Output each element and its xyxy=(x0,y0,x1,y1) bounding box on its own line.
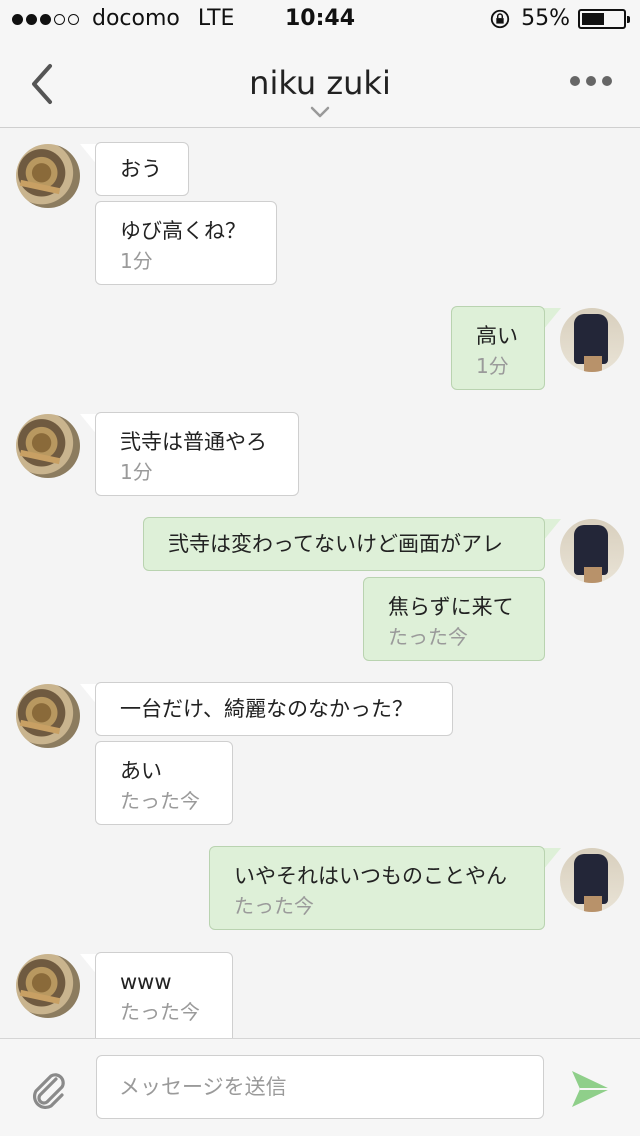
message-text: 焦らずに来て xyxy=(388,595,514,619)
more-options-button[interactable] xyxy=(570,76,612,86)
message-bubble-incoming[interactable]: 一台だけ、綺麗なのなかった？ xyxy=(95,682,453,736)
message-bubble-incoming[interactable]: 弐寺は普通やろ 1分 xyxy=(95,412,299,496)
chevron-down-icon[interactable] xyxy=(310,106,330,118)
message-text: あい xyxy=(120,759,162,783)
user-avatar[interactable] xyxy=(560,308,624,372)
status-bar: docomo LTE 10:44 55% xyxy=(0,0,640,40)
conversation-header: niku zuki xyxy=(0,40,640,128)
message-timestamp: 1分 xyxy=(120,249,153,273)
message-bubble-outgoing[interactable]: いやそれはいつものことやん たった今 xyxy=(209,846,545,930)
rotation-lock-icon xyxy=(490,9,510,28)
contact-avatar[interactable] xyxy=(16,414,80,478)
user-avatar[interactable] xyxy=(560,519,624,583)
message-timestamp: 1分 xyxy=(120,460,153,484)
message-bubble-incoming[interactable]: あい たった今 xyxy=(95,741,233,825)
message-bubble-outgoing[interactable]: 焦らずに来て たった今 xyxy=(363,577,545,661)
message-text: www xyxy=(120,970,172,994)
message-timestamp: たった今 xyxy=(234,894,314,918)
composer-bar xyxy=(0,1038,640,1136)
contact-avatar[interactable] xyxy=(16,954,80,1018)
battery-percent: 55% xyxy=(521,6,570,31)
message-bubble-incoming[interactable]: www たった今 xyxy=(95,952,233,1038)
message-text: いやそれはいつものことやん xyxy=(234,864,507,888)
message-bubble-outgoing[interactable]: 弐寺は変わってないけど画面がアレ xyxy=(143,517,545,571)
conversation-title[interactable]: niku zuki xyxy=(0,64,640,102)
message-timestamp: 1分 xyxy=(476,354,509,378)
message-text: ゆび高くね？ xyxy=(120,219,246,243)
message-bubble-incoming[interactable]: ゆび高くね？ 1分 xyxy=(95,201,277,285)
more-dots-icon xyxy=(570,76,580,86)
contact-avatar[interactable] xyxy=(16,144,80,208)
message-bubble-incoming[interactable]: おう xyxy=(95,142,189,196)
message-text: 弐寺は変わってないけど画面がアレ xyxy=(168,532,503,556)
message-input[interactable] xyxy=(96,1055,544,1119)
message-timestamp: たった今 xyxy=(120,1000,200,1024)
message-list[interactable]: おう ゆび高くね？ 1分 高い 1分 弐寺は普通やろ 1分 弐寺は変わってないけ… xyxy=(0,128,640,1038)
battery-icon xyxy=(578,8,630,29)
message-timestamp: たった今 xyxy=(388,625,468,649)
message-timestamp: たった今 xyxy=(120,789,200,813)
message-text: 弐寺は普通やろ xyxy=(120,430,267,454)
message-text: おう xyxy=(120,157,162,181)
status-right: 55% xyxy=(489,6,630,31)
message-text: 一台だけ、綺麗なのなかった？ xyxy=(120,697,413,721)
message-bubble-outgoing[interactable]: 高い 1分 xyxy=(451,306,545,390)
user-avatar[interactable] xyxy=(560,848,624,912)
send-icon[interactable] xyxy=(570,1069,612,1109)
paperclip-icon[interactable] xyxy=(26,1067,70,1111)
contact-avatar[interactable] xyxy=(16,684,80,748)
message-text: 高い xyxy=(476,324,518,348)
